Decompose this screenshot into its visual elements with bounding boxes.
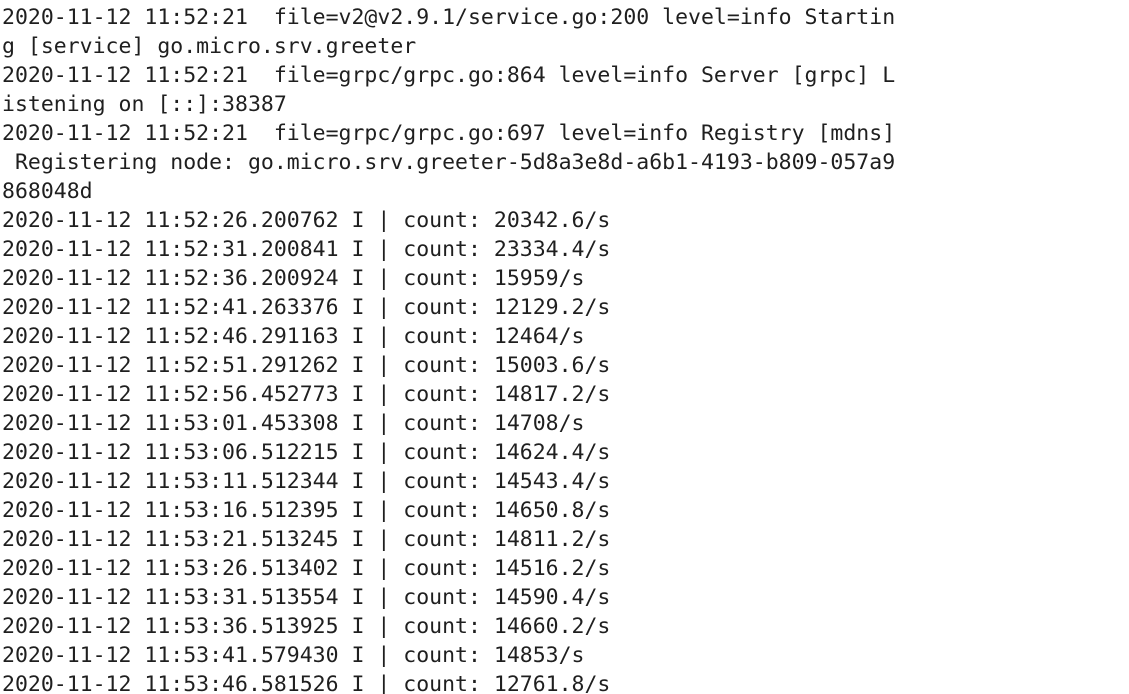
log-line: 868048d [2,179,93,204]
log-line: 2020-11-12 11:52:51.291262 I | count: 15… [2,353,611,378]
log-line: 2020-11-12 11:52:56.452773 I | count: 14… [2,382,611,407]
log-line: 2020-11-12 11:52:21 file=v2@v2.9.1/servi… [2,5,896,30]
log-line: 2020-11-12 11:53:06.512215 I | count: 14… [2,440,611,465]
log-line: 2020-11-12 11:53:26.513402 I | count: 14… [2,556,611,581]
log-line: 2020-11-12 11:52:26.200762 I | count: 20… [2,208,611,233]
log-line: 2020-11-12 11:52:41.263376 I | count: 12… [2,295,611,320]
log-line: 2020-11-12 11:53:31.513554 I | count: 14… [2,585,611,610]
log-line: 2020-11-12 11:52:36.200924 I | count: 15… [2,266,585,291]
log-line: 2020-11-12 11:53:16.512395 I | count: 14… [2,498,611,523]
log-line: 2020-11-12 11:53:21.513245 I | count: 14… [2,527,611,552]
log-line: 2020-11-12 11:53:11.512344 I | count: 14… [2,469,611,494]
log-line: istening on [::]:38387 [2,92,287,117]
log-line: 2020-11-12 11:53:46.581526 I | count: 12… [2,672,611,694]
log-line: g [service] go.micro.srv.greeter [2,34,417,59]
log-line: 2020-11-12 11:53:36.513925 I | count: 14… [2,614,611,639]
terminal-output[interactable]: 2020-11-12 11:52:21 file=v2@v2.9.1/servi… [0,0,1129,694]
log-line: 2020-11-12 11:52:21 file=grpc/grpc.go:86… [2,63,896,88]
log-line: 2020-11-12 11:53:01.453308 I | count: 14… [2,411,585,436]
log-line: Registering node: go.micro.srv.greeter-5… [2,150,896,175]
log-lines: 2020-11-12 11:52:21 file=v2@v2.9.1/servi… [2,3,895,694]
log-line: 2020-11-12 11:52:31.200841 I | count: 23… [2,237,611,262]
log-line: 2020-11-12 11:53:41.579430 I | count: 14… [2,643,585,668]
log-line: 2020-11-12 11:52:21 file=grpc/grpc.go:69… [2,121,896,146]
log-line: 2020-11-12 11:52:46.291163 I | count: 12… [2,324,585,349]
